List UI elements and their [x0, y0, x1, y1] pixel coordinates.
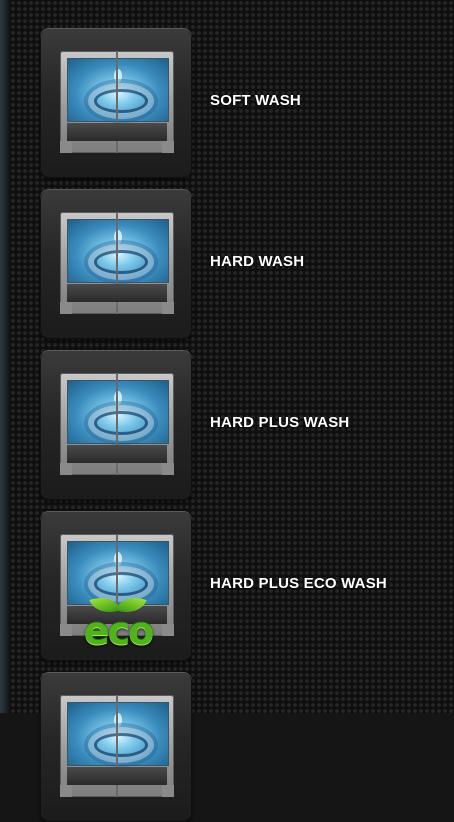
eco-badge-icon: eco: [68, 591, 168, 653]
program-item-hard-plus-wash[interactable]: HARD PLUS WASH: [40, 350, 440, 500]
washing-machine-icon: [60, 373, 174, 475]
washing-machine-icon: [60, 51, 174, 153]
program-item-hard-plus-eco-wash[interactable]: eco HARD PLUS ECO WASH: [40, 511, 440, 661]
eco-badge-text: eco: [83, 609, 154, 653]
washing-machine-icon: [60, 695, 174, 797]
program-label: HARD PLUS ECO WASH: [210, 575, 387, 592]
program-tile[interactable]: [40, 672, 192, 822]
wash-program-list: SOFT WASH HARD WASH HARD PLUS WASH eco H…: [0, 0, 454, 822]
program-tile[interactable]: [40, 350, 192, 500]
washing-machine-icon: [60, 212, 174, 314]
program-item-soft-wash[interactable]: SOFT WASH: [40, 28, 440, 178]
program-item-hard-wash[interactable]: HARD WASH: [40, 189, 440, 339]
program-label: HARD PLUS WASH: [210, 414, 350, 431]
program-label: HARD WASH: [210, 253, 305, 270]
program-tile[interactable]: [40, 28, 192, 178]
program-tile[interactable]: eco: [40, 511, 192, 661]
program-item-partial[interactable]: [40, 672, 440, 822]
program-label: SOFT WASH: [210, 92, 301, 109]
program-tile[interactable]: [40, 189, 192, 339]
